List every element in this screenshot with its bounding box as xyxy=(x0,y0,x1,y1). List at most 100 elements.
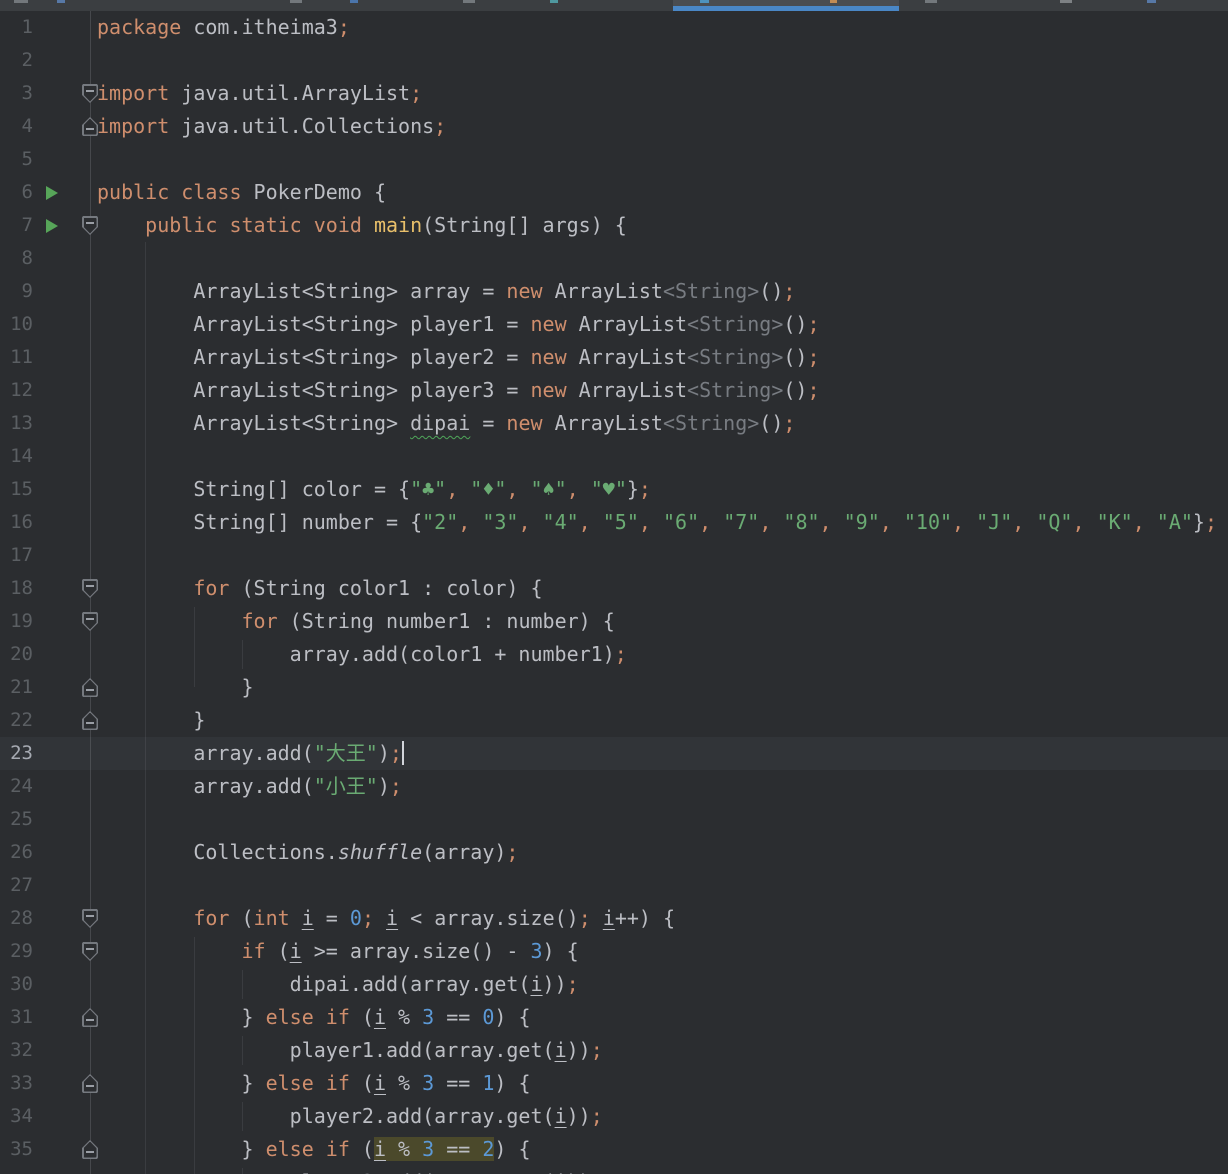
line-number[interactable]: 8 xyxy=(0,242,33,275)
code-token: } xyxy=(1192,510,1205,534)
code-line[interactable]: 25 xyxy=(0,803,1228,836)
line-number[interactable]: 31 xyxy=(0,1001,33,1034)
code-line[interactable]: 2 xyxy=(0,44,1228,77)
fold-end-icon[interactable] xyxy=(82,1140,98,1159)
code-line[interactable]: 20 array.add(color1 + number1); xyxy=(0,638,1228,671)
line-number[interactable]: 26 xyxy=(0,836,33,869)
line-number[interactable]: 28 xyxy=(0,902,33,935)
line-number[interactable]: 19 xyxy=(0,605,33,638)
code-token: else if xyxy=(265,1137,350,1161)
fold-end-icon[interactable] xyxy=(82,1074,98,1093)
line-number[interactable]: 12 xyxy=(0,374,33,407)
line-number[interactable]: 34 xyxy=(0,1100,33,1133)
code-token: public static void xyxy=(97,213,374,237)
line-number[interactable]: 22 xyxy=(0,704,33,737)
line-number[interactable]: 1 xyxy=(0,11,33,44)
fold-start-icon[interactable] xyxy=(82,909,98,928)
tab-label-remnant xyxy=(57,0,65,3)
line-number[interactable]: 16 xyxy=(0,506,33,539)
line-number[interactable]: 6 xyxy=(0,176,33,209)
code-line[interactable]: 30 dipai.add(array.get(i)); xyxy=(0,968,1228,1001)
fold-start-icon[interactable] xyxy=(82,579,98,598)
code-line[interactable]: 27 xyxy=(0,869,1228,902)
code-editor[interactable]: 1 package com.itheima3; 2 3 import java.util… xyxy=(0,11,1228,1174)
code-line[interactable]: 12 ArrayList<String> player3 = new Array… xyxy=(0,374,1228,407)
code-line[interactable]: 19 for (String number1 : number) { xyxy=(0,605,1228,638)
code-line[interactable]: 16 String[] number = {"2", "3", "4", "5"… xyxy=(0,506,1228,539)
code-line[interactable]: 31 } else if (i % 3 == 0) { xyxy=(0,1001,1228,1034)
line-number[interactable]: 29 xyxy=(0,935,33,968)
line-number[interactable]: 9 xyxy=(0,275,33,308)
code-line[interactable]: 4 import java.util.Collections; xyxy=(0,110,1228,143)
line-number[interactable]: 3 xyxy=(0,77,33,110)
code-token: () xyxy=(759,279,784,303)
fold-start-icon[interactable] xyxy=(82,84,98,103)
code-line[interactable]: 18 for (String color1 : color) { xyxy=(0,572,1228,605)
line-number[interactable]: 27 xyxy=(0,869,33,902)
line-number[interactable]: 35 xyxy=(0,1133,33,1166)
line-number[interactable]: 24 xyxy=(0,770,33,803)
code-line[interactable]: 11 ArrayList<String> player2 = new Array… xyxy=(0,341,1228,374)
code-line[interactable]: 21 } xyxy=(0,671,1228,704)
line-number[interactable]: 13 xyxy=(0,407,33,440)
line-number[interactable]: 7 xyxy=(0,209,33,242)
fold-start-icon[interactable] xyxy=(82,942,98,961)
line-number[interactable]: 10 xyxy=(0,308,33,341)
line-number[interactable]: 21 xyxy=(0,671,33,704)
code-line[interactable]: 13 ArrayList<String> dipai = new ArrayLi… xyxy=(0,407,1228,440)
code-line[interactable]: 10 ArrayList<String> player1 = new Array… xyxy=(0,308,1228,341)
line-number[interactable]: 25 xyxy=(0,803,33,836)
line-number[interactable]: 33 xyxy=(0,1067,33,1100)
code-line[interactable]: 5 xyxy=(0,143,1228,176)
code-line[interactable]: 1 package com.itheima3; xyxy=(0,11,1228,44)
line-number[interactable]: 32 xyxy=(0,1034,33,1067)
code-line[interactable]: 33 } else if (i % 3 == 1) { xyxy=(0,1067,1228,1100)
code-token: % xyxy=(386,1071,423,1095)
line-number[interactable]: 20 xyxy=(0,638,33,671)
line-number[interactable]: 18 xyxy=(0,572,33,605)
fold-end-icon[interactable] xyxy=(82,1008,98,1027)
code-line[interactable]: 35 } else if (i % 3 == 2) { xyxy=(0,1133,1228,1166)
code-line[interactable]: 15 String[] color = {"♣", "♦", "♠", "♥"}… xyxy=(0,473,1228,506)
code-line[interactable]: 9 ArrayList<String> array = new ArrayLis… xyxy=(0,275,1228,308)
line-number[interactable]: 15 xyxy=(0,473,33,506)
code-line[interactable]: 23 array.add("大王"); xyxy=(0,737,1228,770)
code-text: import java.util.ArrayList; xyxy=(97,77,422,110)
code-text: array.add("小王"); xyxy=(97,770,402,803)
code-line[interactable]: 26 Collections.shuffle(array); xyxy=(0,836,1228,869)
code-line[interactable]: 3 import java.util.ArrayList; xyxy=(0,77,1228,110)
line-number[interactable]: 2 xyxy=(0,44,33,77)
code-line[interactable]: 7 public static void main(String[] args)… xyxy=(0,209,1228,242)
code-line[interactable]: 14 xyxy=(0,440,1228,473)
line-number[interactable]: 5 xyxy=(0,143,33,176)
code-token: i xyxy=(301,906,314,930)
code-line[interactable]: 28 for (int i = 0; i < array.size(); i++… xyxy=(0,902,1228,935)
line-number[interactable]: 17 xyxy=(0,539,33,572)
code-line[interactable]: 24 array.add("小王"); xyxy=(0,770,1228,803)
code-line[interactable]: 8 xyxy=(0,242,1228,275)
line-number[interactable]: 36 xyxy=(0,1166,33,1174)
fold-start-icon[interactable] xyxy=(82,216,98,235)
code-line[interactable]: 29 if (i >= array.size() - 3) { xyxy=(0,935,1228,968)
line-number[interactable]: 11 xyxy=(0,341,33,374)
fold-end-icon[interactable] xyxy=(82,678,98,697)
run-icon[interactable] xyxy=(46,186,58,200)
line-number[interactable]: 14 xyxy=(0,440,33,473)
code-line[interactable]: 22 } xyxy=(0,704,1228,737)
code-line[interactable]: 34 player2.add(array.get(i)); xyxy=(0,1100,1228,1133)
line-number[interactable]: 23 xyxy=(0,737,33,770)
code-line[interactable]: 17 xyxy=(0,539,1228,572)
editor-tab-strip[interactable] xyxy=(0,0,1228,11)
code-line[interactable]: 36 player3.add(array.get(i)); xyxy=(0,1166,1228,1174)
code-line[interactable]: 6 public class PokerDemo { xyxy=(0,176,1228,209)
line-number[interactable]: 4 xyxy=(0,110,33,143)
run-icon[interactable] xyxy=(46,219,58,233)
fold-end-icon[interactable] xyxy=(82,117,98,136)
code-token: java.util.Collections xyxy=(181,114,435,138)
fold-end-icon[interactable] xyxy=(82,711,98,730)
fold-start-icon[interactable] xyxy=(82,612,98,631)
line-number[interactable]: 30 xyxy=(0,968,33,1001)
code-line[interactable]: 32 player1.add(array.get(i)); xyxy=(0,1034,1228,1067)
